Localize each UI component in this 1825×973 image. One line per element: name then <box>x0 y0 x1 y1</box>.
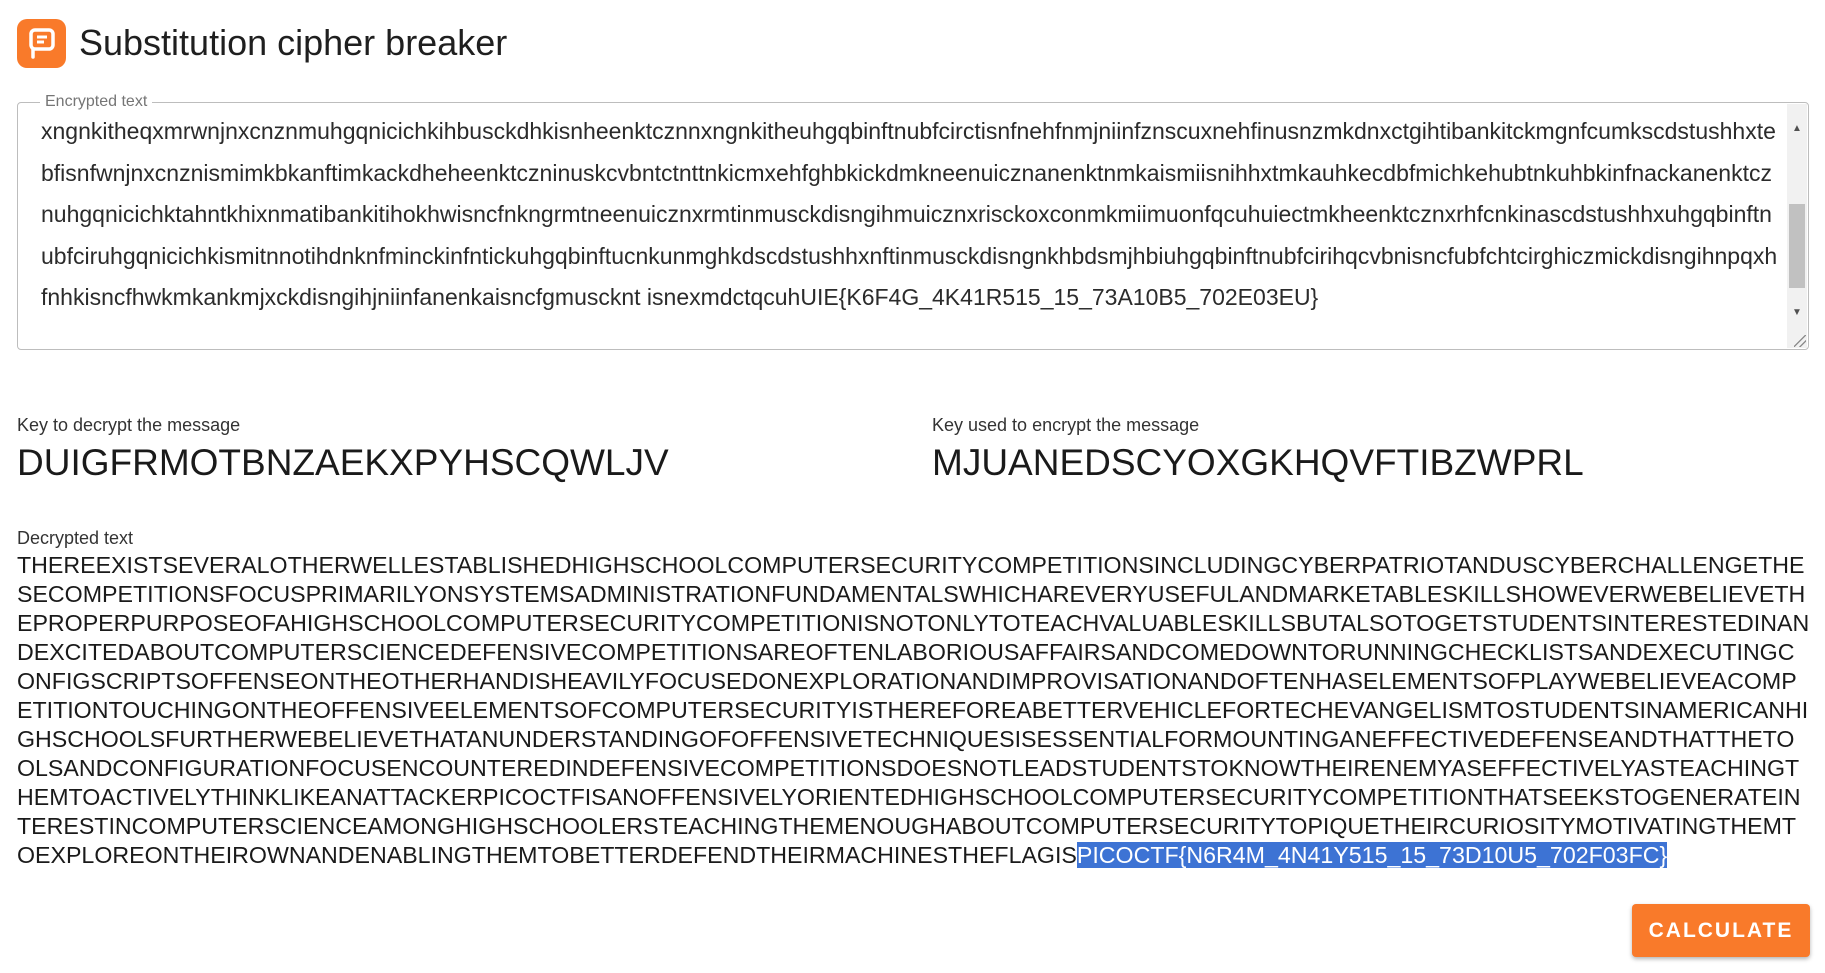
resize-handle-icon[interactable] <box>1794 335 1806 347</box>
decrypt-key-label: Key to decrypt the message <box>17 415 241 435</box>
page-title: Substitution cipher breaker <box>79 22 508 63</box>
calculate-button[interactable]: CALCULATE <box>1632 904 1810 957</box>
decrypted-plaintext: THEREEXISTSEVERALOTHERWELLESTABLISHEDHIG… <box>17 552 1810 868</box>
textarea-scrollbar[interactable]: ▲ ▼ <box>1787 104 1807 348</box>
decrypted-text-block: Decrypted text THEREEXISTSEVERALOTHERWEL… <box>17 526 1812 870</box>
orange-p-logo-icon <box>17 18 66 68</box>
encrypted-text-field[interactable]: Encrypted text xngnkitheqxmrwnjnxcnznmuh… <box>17 93 1809 350</box>
scrollbar-thumb[interactable] <box>1789 204 1805 288</box>
encrypt-key-label: Key used to encrypt the message <box>932 415 1200 435</box>
encrypted-text-input[interactable]: xngnkitheqxmrwnjnxcnznmuhgqnicichkihbusc… <box>41 111 1781 345</box>
scroll-down-arrow-icon[interactable]: ▼ <box>1787 302 1807 322</box>
app-header: Substitution cipher breaker <box>17 18 507 68</box>
encrypted-text-legend: Encrypted text <box>40 93 153 111</box>
decrypt-key-block: Key to decrypt the message DUIGFRMOTBNZA… <box>17 413 669 487</box>
decrypted-text-output: THEREEXISTSEVERALOTHERWELLESTABLISHEDHIG… <box>17 551 1812 870</box>
encrypt-key-block: Key used to encrypt the message MJUANEDS… <box>932 413 1584 487</box>
encrypt-key-value: MJUANEDSCYOXGKHQVFTIBZWPRL <box>932 442 1584 483</box>
decrypt-key-value: DUIGFRMOTBNZAEKXPYHSCQWLJV <box>17 442 669 483</box>
scroll-up-arrow-icon[interactable]: ▲ <box>1787 118 1807 138</box>
decrypted-flag-selection: PICOCTF{N6R4M_4N41Y515_15_73D10U5_702F03… <box>1076 842 1668 868</box>
decrypted-text-label: Decrypted text <box>17 528 134 548</box>
